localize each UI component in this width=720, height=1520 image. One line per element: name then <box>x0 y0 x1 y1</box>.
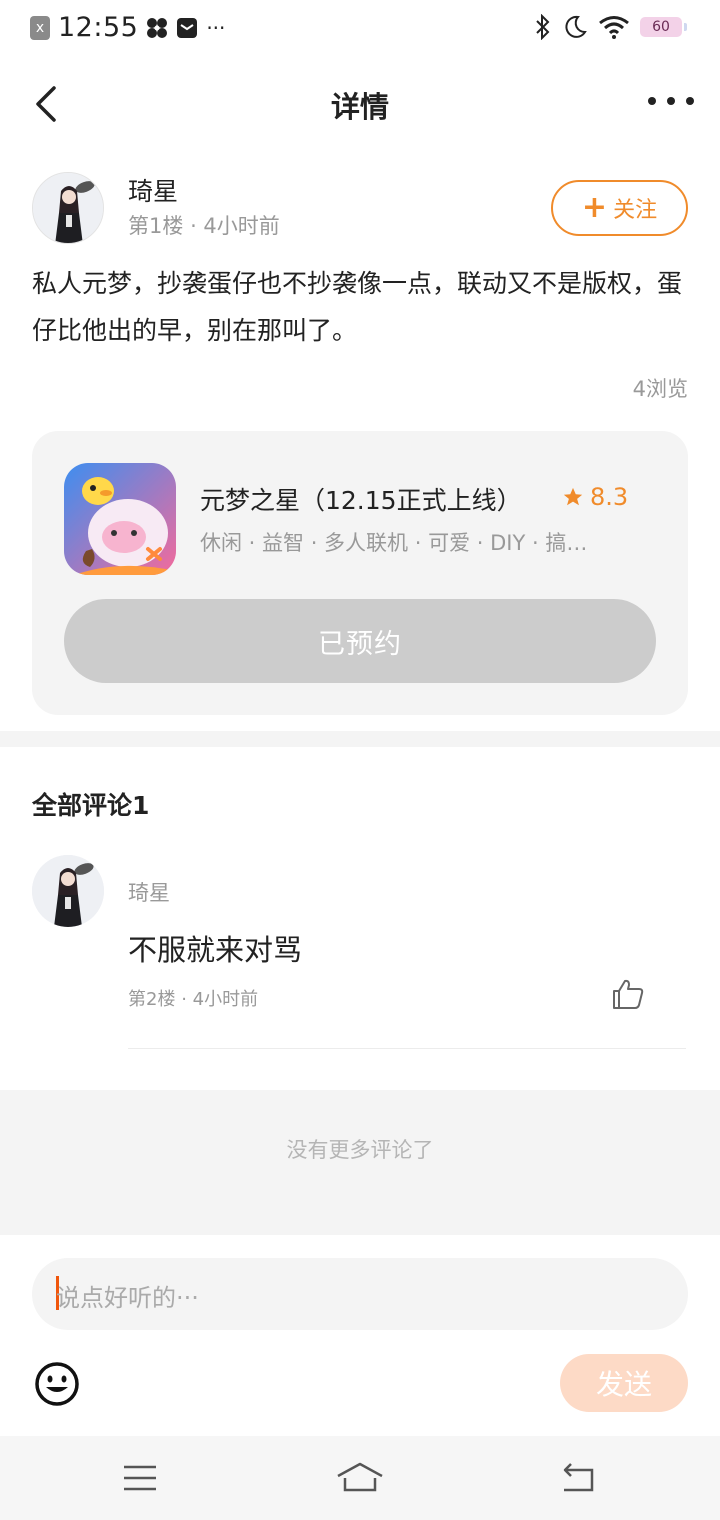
input-placeholder: 说点好听的··· <box>56 1284 199 1312</box>
comments-title: 全部评论1 <box>32 791 150 820</box>
no-more-comments: 没有更多评论了 <box>286 1138 434 1162</box>
emoji-icon[interactable] <box>34 1361 80 1407</box>
meta-separator: · <box>190 214 204 238</box>
star-icon <box>563 487 583 506</box>
comment-time: 4小时前 <box>192 989 259 1010</box>
comment-divider <box>128 1048 686 1049</box>
post-time: 4小时前 <box>203 214 280 238</box>
dot <box>686 97 694 105</box>
post-floor: 第1楼 <box>128 214 184 238</box>
menu-icon[interactable] <box>120 1458 160 1498</box>
end-of-comments: 没有更多评论了 <box>0 1090 720 1235</box>
system-nav-bar <box>0 1436 720 1520</box>
game-tags: 休闲 · 益智 · 多人联机 · 可爱 · DIY · 搞… <box>200 531 588 555</box>
thumbs-up-icon[interactable] <box>610 976 646 1012</box>
comment-text: 不服就来对骂 <box>128 933 303 967</box>
comment-avatar[interactable] <box>32 855 104 927</box>
plus-icon: + <box>581 190 608 225</box>
status-bar-left: x 12:55 ··· <box>30 12 225 43</box>
send-button[interactable]: 发送 <box>560 1354 688 1412</box>
status-overflow: ··· <box>206 15 226 40</box>
rating-value: 8.3 <box>590 483 629 511</box>
author-name[interactable]: 琦星 <box>128 172 178 208</box>
battery-icon: 60 <box>640 17 687 37</box>
status-bar-right: 60 <box>534 14 687 40</box>
game-icon[interactable] <box>64 463 176 575</box>
avatar-image <box>32 855 104 927</box>
close-notification-icon: x <box>30 15 50 40</box>
back-icon[interactable] <box>558 1458 598 1498</box>
pinwheel-icon <box>147 17 168 38</box>
avatar-image <box>33 173 103 243</box>
post-content: 私人元梦，抄袭蛋仔也不抄袭像一点，联动又不是版权，蛋仔比他出的早，别在那叫了。 <box>32 269 683 345</box>
game-icon-image <box>64 463 176 575</box>
meta-separator: · <box>181 989 193 1010</box>
reserved-button[interactable]: 已预约 <box>64 599 656 683</box>
comment-author[interactable]: 琦星 <box>128 877 170 907</box>
game-name[interactable]: 元梦之星（12.15正式上线） <box>200 481 522 517</box>
comment-meta: 第2楼 · 4小时前 <box>128 985 258 1011</box>
home-icon[interactable] <box>336 1458 384 1498</box>
game-rating: 8.3 <box>562 483 628 511</box>
top-bar: 详情 <box>0 64 720 144</box>
status-bar: x 12:55 ··· 60 <box>0 0 720 56</box>
author-avatar[interactable] <box>32 172 104 244</box>
comment-input[interactable]: 说点好听的··· <box>32 1258 688 1330</box>
section-divider <box>0 731 720 747</box>
dot <box>667 97 675 105</box>
comment-floor: 第2楼 <box>128 989 176 1010</box>
page-title: 详情 <box>330 90 389 124</box>
follow-button[interactable]: + 关注 <box>551 180 688 236</box>
dot <box>648 97 656 105</box>
mail-icon <box>177 17 198 38</box>
view-count: 4浏览 <box>632 377 688 401</box>
follow-label: 关注 <box>613 198 658 223</box>
bluetooth-icon <box>536 14 550 40</box>
status-time: 12:55 <box>58 12 139 43</box>
post-meta: 第1楼 · 4小时前 <box>128 210 280 240</box>
game-card[interactable]: 元梦之星（12.15正式上线） 8.3 休闲 · 益智 · 多人联机 · 可爱 … <box>32 431 688 715</box>
moon-icon <box>565 15 587 38</box>
more-dots-icon[interactable] <box>648 86 694 116</box>
wifi-icon <box>599 16 629 39</box>
